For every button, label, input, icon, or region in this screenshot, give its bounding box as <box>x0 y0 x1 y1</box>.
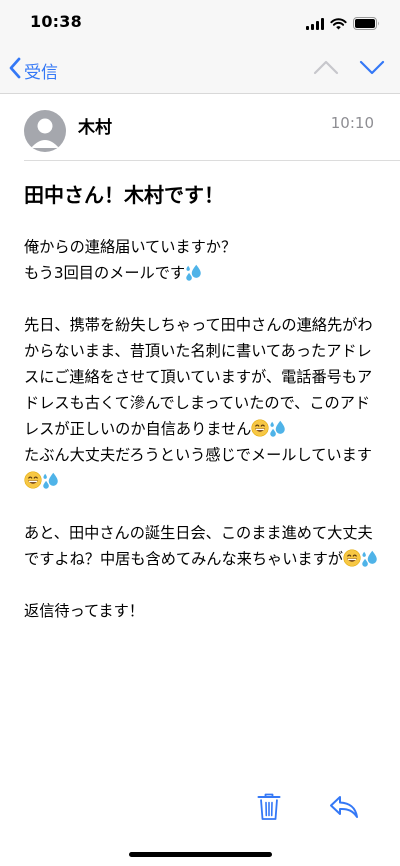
reply-arrow-icon[interactable] <box>329 794 359 824</box>
grinning-face-emoji <box>343 549 361 567</box>
sender-row[interactable]: 木村 10:10 <box>0 95 400 161</box>
trash-icon[interactable] <box>257 793 281 825</box>
status-icons <box>306 15 380 34</box>
message-paragraph: あと、田中さんの誕生日会、このまま進めて大丈夫ですよね？中居も含めてみんな来ちゃ… <box>24 520 380 572</box>
subject-heading: 田中さん！木村です！ <box>24 183 224 207</box>
sweat-droplets-emoji <box>270 420 286 437</box>
message-text: 俺からの連絡届いていますか？ もう3回目のメールです <box>24 238 237 282</box>
message-text: あと、田中さんの誕生日会、このまま進めて大丈夫ですよね？中居も含めてみんな来ちゃ… <box>24 524 373 568</box>
next-message-chevron-down-icon[interactable] <box>359 58 385 80</box>
status-bar: 10:38 <box>0 0 400 44</box>
message-paragraph: 先日、携帯を紛失しちゃって田中さんの連絡先がわからないまま、昔頂いた名刺に書いて… <box>24 312 380 494</box>
wifi-icon <box>330 15 347 34</box>
home-indicator <box>129 852 272 857</box>
battery-icon <box>353 15 380 34</box>
cellular-signal-icon <box>306 15 324 34</box>
nav-bar: 受信 <box>0 44 400 94</box>
avatar[interactable] <box>24 110 66 152</box>
sweat-droplets-emoji <box>186 264 201 281</box>
back-label: 受信 <box>24 62 58 83</box>
sweat-droplets-emoji <box>362 550 377 567</box>
grinning-face-emoji <box>251 419 269 437</box>
message-paragraph: 返信待ってます！ <box>24 598 380 624</box>
back-button[interactable]: 受信 <box>8 56 58 84</box>
chevron-left-icon <box>8 56 22 84</box>
message-text: 返信待ってます！ <box>24 602 144 620</box>
message-text: たぶん大丈夫だろうという感じでメールしています <box>24 446 372 464</box>
status-time: 10:38 <box>30 12 82 31</box>
message-paragraph: 俺からの連絡届いていますか？ もう3回目のメールです <box>24 234 380 286</box>
person-icon <box>31 118 59 148</box>
sweat-droplets-emoji <box>43 472 58 489</box>
previous-message-chevron-up-icon[interactable] <box>313 58 339 80</box>
header-divider <box>24 160 400 161</box>
message-body: 俺からの連絡届いていますか？ もう3回目のメールです先日、携帯を紛失しちゃって田… <box>24 234 380 650</box>
grinning-face-emoji <box>24 471 42 489</box>
bottom-toolbar <box>0 780 400 840</box>
sender-name[interactable]: 木村 <box>78 113 112 138</box>
sent-time: 10:10 <box>330 114 374 132</box>
message-text: 先日、携帯を紛失しちゃって田中さんの連絡先がわからないまま、昔頂いた名刺に書いて… <box>24 316 373 438</box>
